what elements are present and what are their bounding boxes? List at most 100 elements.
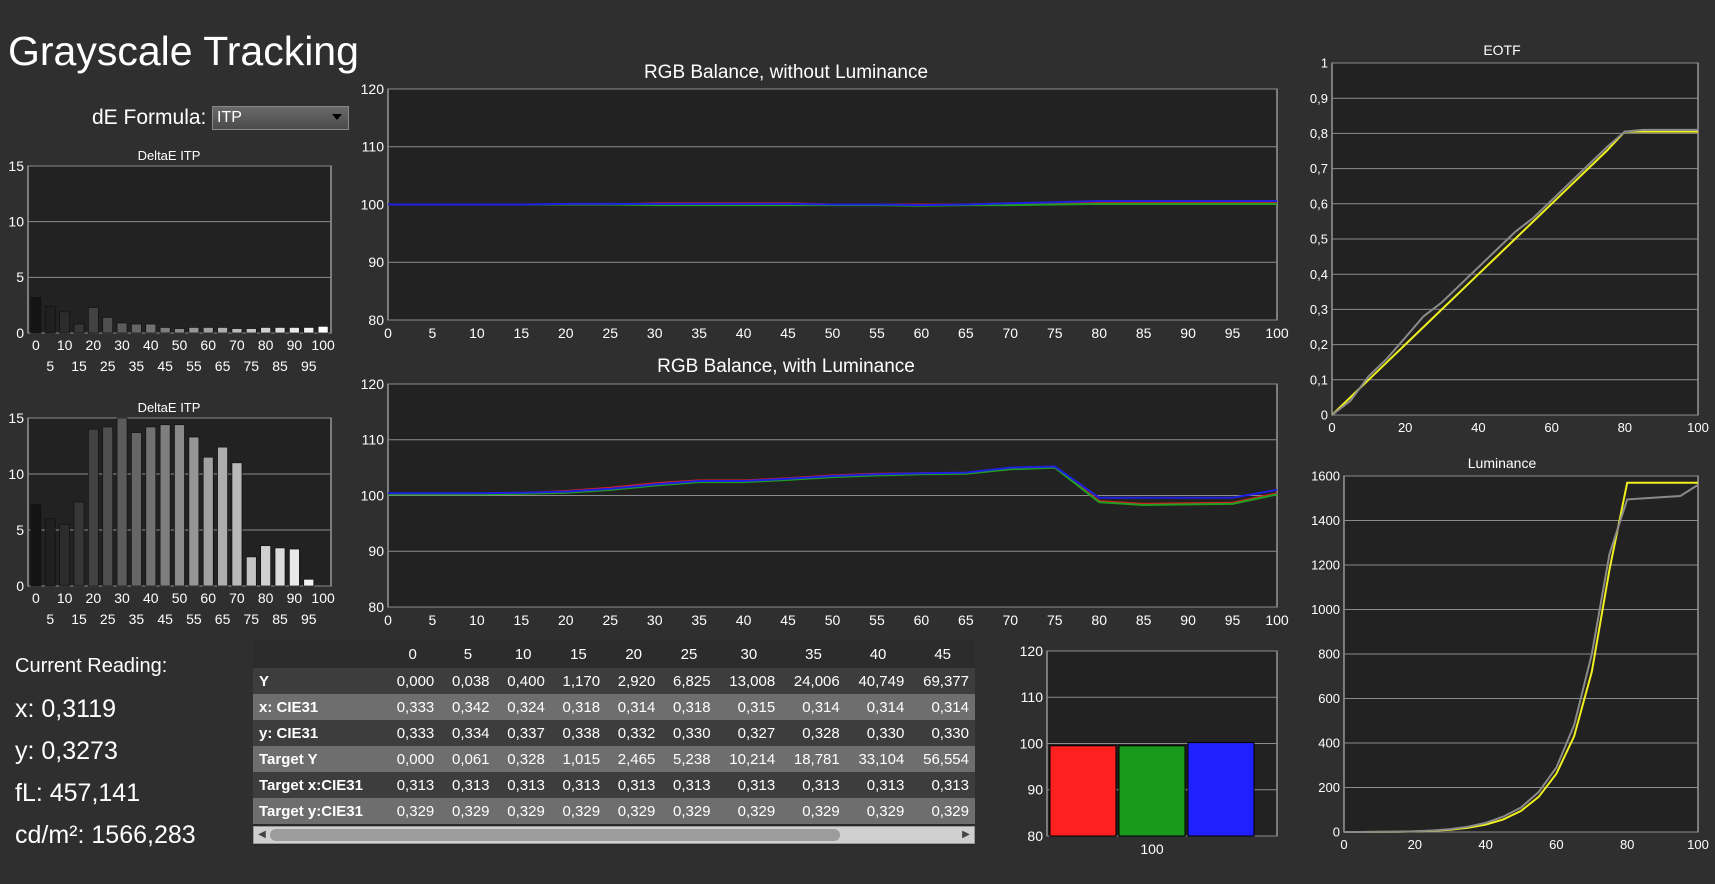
luminance-chart-ytick: 1000 (1311, 602, 1340, 617)
deltae-bottom-chart-xtick: 35 (129, 611, 145, 627)
table-row: x: CIE31 0,333 0,342 0,324 0,318 0,314 0,318 0,… (253, 694, 975, 720)
deltae-bottom-chart-bar (174, 424, 185, 587)
rgb-without-chart-xtick: 35 (691, 325, 707, 341)
table-column-header: 35 (781, 640, 846, 668)
deltae-top-chart-xtick: 50 (172, 337, 188, 353)
table-cell: 0,327 (716, 720, 782, 746)
table-cell: 0,328 (781, 720, 846, 746)
table-cell: 1,015 (550, 746, 607, 772)
luminance-chart-xtick: 80 (1620, 837, 1634, 852)
deltae-top-chart-bar (174, 328, 185, 334)
scroll-left-icon[interactable]: ◀ (254, 827, 270, 843)
table-cell: 1,170 (550, 668, 607, 694)
table-cell: 5,238 (661, 746, 717, 772)
rgb-without-chart-xtick: 40 (736, 325, 752, 341)
deltae-bottom-chart-bar (260, 545, 272, 587)
rgb-without-chart-xtick: 5 (429, 325, 437, 341)
table-cell: 0,330 (910, 720, 975, 746)
table-cell: 0,333 (385, 694, 441, 720)
table-cell: 0,328 (495, 746, 551, 772)
rgb-level-chart-xtick: 100 (1140, 841, 1164, 857)
deltae-top-chart-bar (87, 307, 99, 334)
eotf-chart-xtick: 40 (1471, 420, 1485, 435)
rgb-with-chart-ytick: 90 (368, 543, 384, 559)
luminance-chart-ytick: 600 (1318, 691, 1340, 706)
table-cell: 0,313 (440, 772, 496, 798)
chart-title-luminance: Luminance (1468, 455, 1537, 471)
deltae-top-chart-bar (102, 317, 114, 334)
scroll-right-icon[interactable]: ▶ (958, 827, 974, 843)
luminance-chart-ytick: 1200 (1311, 558, 1340, 573)
table-cell: 0,329 (606, 798, 662, 824)
horizontal-scrollbar[interactable]: ◀ ▶ (253, 826, 975, 844)
table-header-row: 0 5 10 15 20 25 30 35 40 45 (253, 640, 975, 668)
table-column-header: 0 (385, 640, 441, 668)
scrollbar-thumb[interactable] (270, 829, 840, 841)
deltae-bottom-chart-xtick: 100 (311, 590, 335, 606)
table-cell: 0,061 (440, 746, 496, 772)
luminance-chart-xtick: 0 (1340, 837, 1347, 852)
table-cell: 0,315 (716, 694, 782, 720)
eotf-chart-ytick: 0 (1321, 408, 1328, 423)
table-cell: 0,342 (440, 694, 496, 720)
chart-title-deltae-top: DeltaE ITP (138, 148, 201, 163)
table-cell: 0,329 (495, 798, 551, 824)
table-cell: 0,038 (440, 668, 496, 694)
table-cell: 0,329 (845, 798, 911, 824)
table-cell: 0,000 (385, 746, 441, 772)
deltae-top-chart-bar (44, 305, 56, 334)
rgb-without-chart-xtick: 65 (958, 325, 974, 341)
table-cell: 0,400 (495, 668, 551, 694)
table-cell: 0,334 (440, 720, 496, 746)
deltae-bottom-chart-ytick: 15 (8, 410, 24, 426)
reading-x: x: 0,3119 (15, 695, 117, 723)
deltae-top-chart-xtick: 80 (258, 337, 274, 353)
table-cell: 2,465 (606, 746, 662, 772)
deltae-top-chart-xtick: 25 (100, 358, 116, 374)
table-cell: 0,332 (606, 720, 662, 746)
rgb-level-chart-bar (1118, 745, 1186, 837)
deltae-bottom-chart-xtick: 30 (114, 590, 130, 606)
table-cell: 0,313 (550, 772, 607, 798)
eotf-chart-xtick: 80 (1618, 420, 1632, 435)
deltae-top-chart-ytick: 0 (16, 325, 24, 341)
rgb-without-chart-xtick: 70 (1003, 325, 1019, 341)
luminance-chart-xtick: 20 (1408, 837, 1422, 852)
rgb-with-chart-xtick: 100 (1265, 612, 1289, 628)
rgb-level-chart-ytick: 110 (1021, 689, 1044, 705)
table-cell: 0,333 (385, 720, 441, 746)
deltae-top-chart-bar (159, 327, 171, 334)
deltae-top-chart-xtick: 40 (143, 337, 159, 353)
table-row: Target Y 0,000 0,061 0,328 1,015 2,465 5,238 10… (253, 746, 975, 772)
rgb-with-chart-xtick: 30 (647, 612, 663, 628)
reading-y: y: 0,3273 (15, 737, 118, 765)
deltae-bottom-chart-bar (159, 424, 171, 587)
luminance-chart-ytick: 800 (1318, 647, 1340, 662)
deltae-bottom-chart-xtick: 50 (172, 590, 188, 606)
table-column-header: 20 (606, 640, 662, 668)
table-cell: 13,008 (716, 668, 782, 694)
current-reading-panel: Current Reading: x: 0,3119 y: 0,3273 fL:… (15, 655, 196, 856)
deltae-top-chart-xtick: 75 (244, 358, 260, 374)
deltae-bottom-chart-bar (30, 503, 42, 587)
deltae-bottom-chart-xtick: 25 (100, 611, 116, 627)
rgb-with-chart-xtick: 70 (1003, 612, 1019, 628)
rgb-level-chart-ytick: 120 (1020, 643, 1044, 659)
deltae-top-chart-xtick: 0 (32, 337, 40, 353)
row-label: x: CIE31 (253, 694, 385, 720)
table-cell: 33,104 (845, 746, 911, 772)
rgb-with-chart-xtick: 75 (1047, 612, 1063, 628)
current-reading-heading: Current Reading: (15, 655, 168, 677)
rgb-without-chart-xtick: 0 (384, 325, 392, 341)
rgb-without-chart-xtick: 95 (1225, 325, 1241, 341)
deltae-bottom-chart-xtick: 15 (71, 611, 87, 627)
rgb-with-chart-xtick: 35 (691, 612, 707, 628)
rgb-without-chart-xtick: 80 (1091, 325, 1107, 341)
luminance-chart-ytick: 200 (1318, 780, 1340, 795)
deltae-top-chart-bar (202, 327, 214, 334)
eotf-chart-ytick: 0,5 (1310, 232, 1328, 247)
deltae-bottom-chart-xtick: 45 (157, 611, 173, 627)
deltae-bottom-chart-bar (73, 501, 85, 587)
deltae-top-chart-bar (289, 327, 300, 334)
deltae-top-chart-bar (231, 328, 243, 334)
